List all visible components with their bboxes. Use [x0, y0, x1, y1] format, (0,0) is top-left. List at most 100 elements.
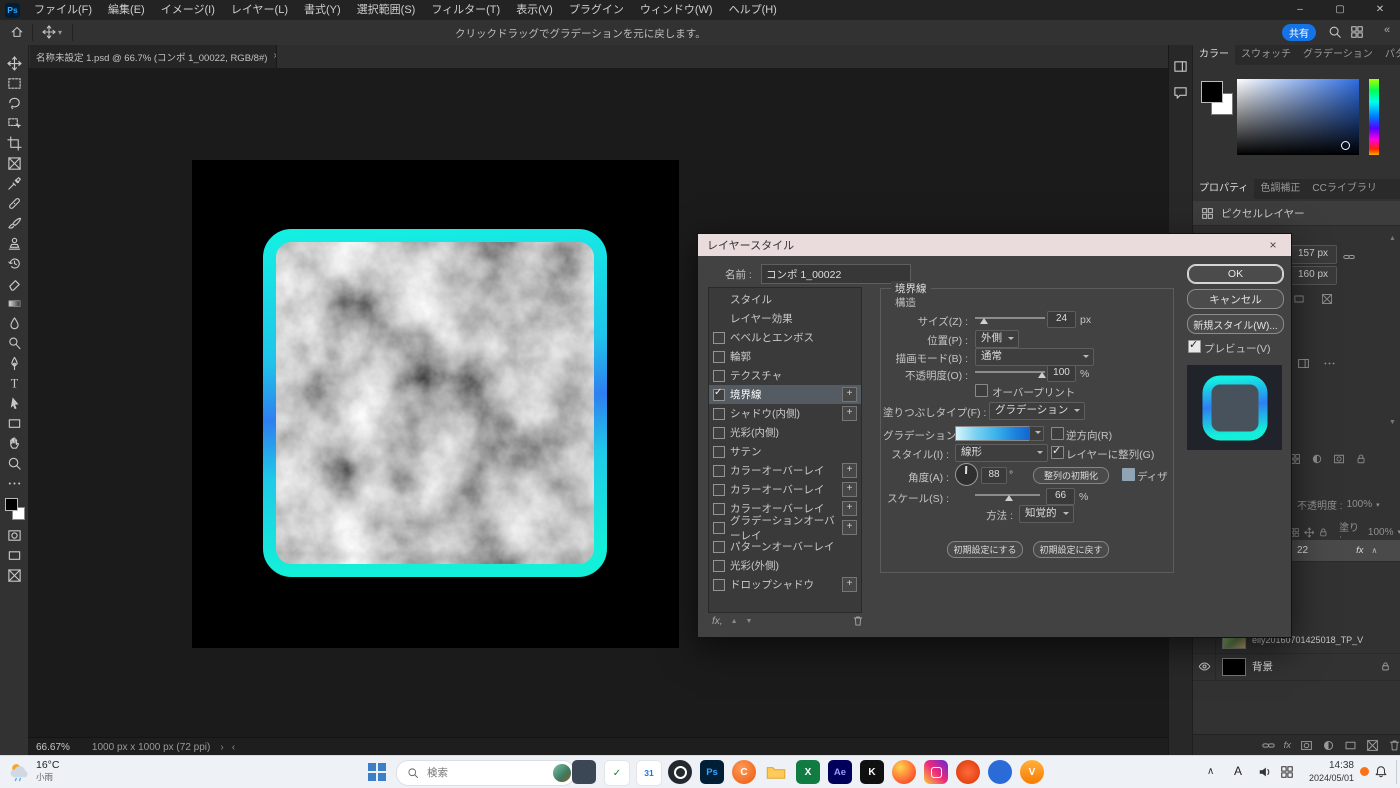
checkbox[interactable]	[713, 370, 725, 382]
styles-list-item[interactable]: 光彩(内側)	[709, 423, 861, 442]
taskbar-app-icon-excel[interactable]: X	[796, 760, 820, 784]
checkbox[interactable]	[713, 351, 725, 363]
add-instance-icon[interactable]: +	[842, 482, 857, 497]
path-selection-tool[interactable]	[2, 393, 26, 413]
eyedropper-tool[interactable]	[2, 173, 26, 193]
styles-list-item-stroke-selected[interactable]: 境界線+	[709, 385, 861, 404]
window-close-button[interactable]: ✕	[1360, 0, 1400, 20]
checkbox[interactable]	[713, 579, 725, 591]
status-options-chevron[interactable]: ›	[220, 742, 223, 753]
cancel-button[interactable]: キャンセル	[1187, 289, 1284, 309]
tray-expand-icon[interactable]: ∧	[1207, 766, 1214, 777]
speaker-icon[interactable]	[1258, 765, 1272, 779]
transform-rotate-icon[interactable]	[1293, 293, 1305, 305]
add-instance-icon[interactable]: +	[842, 406, 857, 421]
add-instance-icon[interactable]: +	[842, 520, 857, 535]
new-style-button[interactable]: 新規スタイル(W)...	[1187, 314, 1284, 334]
styles-list-item[interactable]: シャドウ(内側)+	[709, 404, 861, 423]
history-brush-tool[interactable]	[2, 253, 26, 273]
add-instance-icon[interactable]: +	[842, 501, 857, 516]
reset-alignment-button[interactable]: 整列の初期化	[1033, 467, 1109, 484]
move-tool-options-icon[interactable]	[42, 25, 56, 39]
checkbox[interactable]	[713, 408, 725, 420]
dodge-tool[interactable]	[2, 333, 26, 353]
checkbox[interactable]	[713, 541, 725, 553]
type-tool[interactable]	[2, 373, 26, 393]
taskbar-app-icon-browser[interactable]: C	[732, 760, 756, 784]
window-maximize-button[interactable]: ▢	[1320, 0, 1360, 20]
transform-width-field[interactable]: 157 px	[1289, 245, 1337, 264]
styles-list-item[interactable]: ドロップシャドウ+	[709, 575, 861, 594]
opacity-value-field[interactable]: 100	[1047, 365, 1076, 382]
add-instance-icon[interactable]: +	[842, 387, 857, 402]
comments-icon[interactable]	[1173, 85, 1188, 100]
window-minimize-button[interactable]: –	[1280, 0, 1320, 20]
tab-properties[interactable]: プロパティ	[1193, 179, 1254, 199]
checkbox[interactable]	[713, 503, 725, 515]
taskbar-app-icon-firefox[interactable]	[892, 760, 916, 784]
menu-select[interactable]: 選択範囲(S)	[349, 0, 424, 20]
taskbar-app-icon-k[interactable]: K	[860, 760, 884, 784]
tool-preset-caret[interactable]: ▾	[58, 28, 62, 37]
set-as-default-button[interactable]: 初期設定にする	[947, 541, 1023, 558]
layer-fx-badge[interactable]: fx	[1356, 545, 1363, 556]
new-layer-icon[interactable]	[1366, 739, 1379, 752]
move-effect-up-icon[interactable]: ▲	[731, 618, 738, 625]
checkbox[interactable]	[713, 560, 725, 572]
add-instance-icon[interactable]: +	[842, 577, 857, 592]
delete-effect-icon[interactable]	[852, 615, 864, 627]
taskbar-search[interactable]	[396, 760, 575, 786]
preview-checkbox[interactable]	[1188, 340, 1201, 353]
fx-icon[interactable]: fx,	[712, 616, 723, 627]
taskbar-app-icon-calendar[interactable]: 31	[636, 760, 662, 786]
dialog-title-bar[interactable]: レイヤースタイル ×	[698, 234, 1291, 256]
angle-dial[interactable]	[955, 463, 978, 486]
new-group-icon[interactable]	[1344, 739, 1357, 752]
menu-image[interactable]: イメージ(I)	[153, 0, 223, 20]
delete-layer-icon[interactable]	[1388, 739, 1400, 752]
workspace-switcher-icon[interactable]	[1350, 25, 1364, 39]
menu-filter[interactable]: フィルター(T)	[423, 0, 508, 20]
position-dropdown[interactable]: 外側	[975, 330, 1019, 348]
ime-indicator[interactable]: A	[1234, 764, 1242, 778]
foreground-color-swatch[interactable]	[5, 498, 18, 511]
align-with-layer-checkbox[interactable]	[1051, 446, 1064, 459]
keyboard-icon[interactable]	[1280, 765, 1294, 779]
search-icon[interactable]	[1328, 25, 1342, 39]
blur-tool[interactable]	[2, 313, 26, 333]
reset-to-default-button[interactable]: 初期設定に戻す	[1033, 541, 1109, 558]
start-button[interactable]	[368, 763, 386, 781]
taskbar-app-icon-blue[interactable]	[988, 760, 1012, 784]
panel-option-icon-2[interactable]	[1323, 357, 1336, 370]
gradient-tool[interactable]	[2, 293, 26, 313]
opacity-value[interactable]: 100%	[1347, 499, 1373, 510]
zoom-level-field[interactable]: 66.67%	[36, 742, 70, 753]
lock-all-icon[interactable]	[1318, 527, 1329, 538]
checkbox[interactable]	[713, 465, 725, 477]
menu-file[interactable]: ファイル(F)	[26, 0, 100, 20]
size-slider[interactable]	[975, 311, 1045, 325]
menu-layer[interactable]: レイヤー(L)	[223, 0, 296, 20]
checkbox[interactable]	[713, 484, 725, 496]
scale-value-field[interactable]: 66	[1046, 488, 1075, 505]
fill-type-dropdown[interactable]: グラデーション	[989, 402, 1085, 420]
screen-mode-button[interactable]	[2, 565, 26, 585]
tab-patterns[interactable]: パターン	[1379, 45, 1400, 65]
checkbox[interactable]	[713, 522, 725, 534]
taskbar-app-icon-orange[interactable]	[956, 760, 980, 784]
adjustment-layer-icon[interactable]	[1322, 739, 1335, 752]
tab-cc-libraries[interactable]: CCライブラリ	[1306, 179, 1382, 199]
checkbox-checked[interactable]	[713, 389, 725, 401]
blend-mode-dropdown[interactable]: 通常	[975, 348, 1094, 366]
taskbar-app-icon-v[interactable]: V	[1020, 760, 1044, 784]
search-input[interactable]	[425, 766, 547, 780]
dialog-close-icon[interactable]: ×	[1264, 238, 1282, 252]
styles-list-item[interactable]: グラデーションオーバーレイ+	[709, 518, 861, 537]
spot-healing-brush-tool[interactable]	[2, 193, 26, 213]
lasso-tool[interactable]	[2, 93, 26, 113]
opacity-slider[interactable]	[975, 365, 1045, 379]
share-button[interactable]: 共有	[1282, 24, 1316, 41]
move-effect-down-icon[interactable]: ▼	[746, 618, 753, 625]
menu-plugins[interactable]: プラグイン	[561, 0, 632, 20]
add-instance-icon[interactable]: +	[842, 463, 857, 478]
